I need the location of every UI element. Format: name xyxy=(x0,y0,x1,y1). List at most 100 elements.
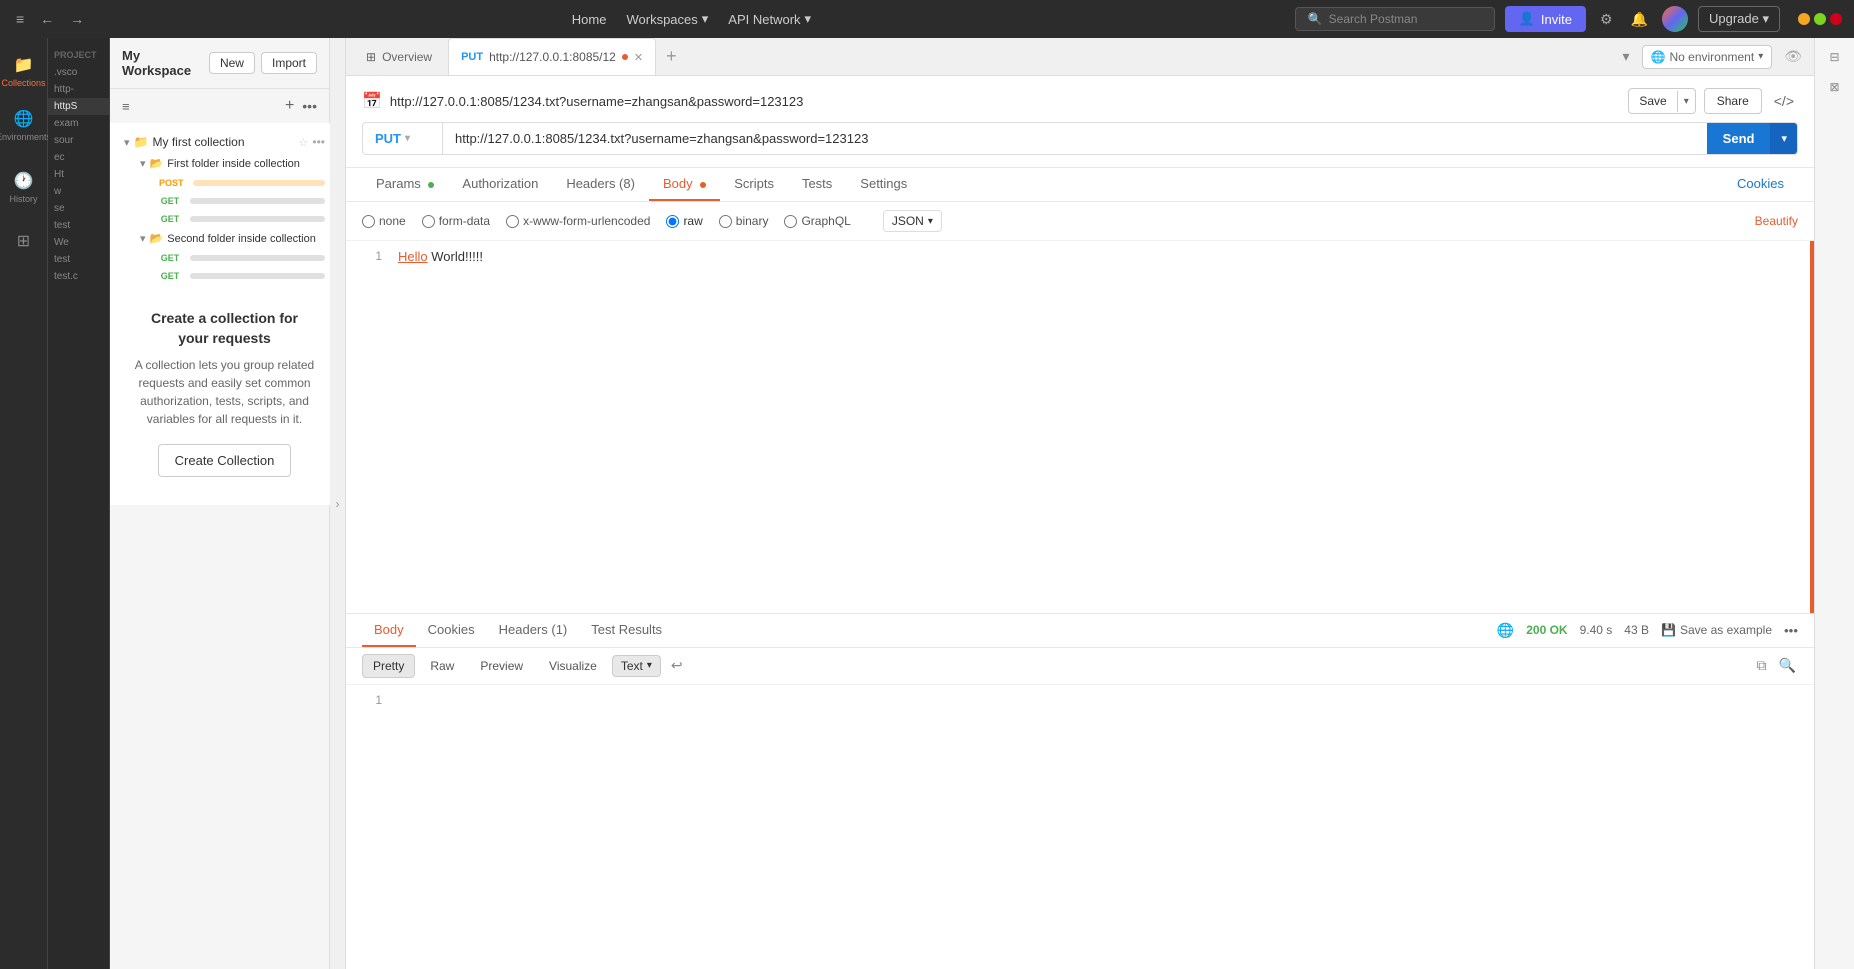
project-item-11[interactable]: We xyxy=(48,234,109,251)
request-item-3[interactable]: GET xyxy=(150,210,331,228)
close-button[interactable] xyxy=(1830,13,1842,25)
radio-urlencoded[interactable] xyxy=(506,215,519,228)
radio-graphql[interactable] xyxy=(784,215,797,228)
right-panel-icon-2[interactable]: ⊠ xyxy=(1825,76,1843,98)
request-item-4[interactable]: GET xyxy=(150,249,331,267)
code-icon[interactable]: </> xyxy=(1770,88,1798,114)
option-graphql[interactable]: GraphQL xyxy=(784,214,850,228)
copy-icon[interactable]: ⧉ xyxy=(1755,655,1769,676)
add-tab-button[interactable]: + xyxy=(660,46,683,67)
back-icon[interactable]: ← xyxy=(36,7,58,31)
resp-tab-cookies[interactable]: Cookies xyxy=(416,614,487,647)
sub-folder-2-header[interactable]: ▾ 📂 Second folder inside collection xyxy=(134,228,331,249)
tab-overview[interactable]: ⊞ Overview xyxy=(354,38,444,75)
project-item-3[interactable]: httpS xyxy=(48,98,109,115)
radio-form-data[interactable] xyxy=(422,215,435,228)
avatar[interactable] xyxy=(1662,6,1688,32)
project-item-8[interactable]: w xyxy=(48,183,109,200)
project-item-1[interactable]: .vsco xyxy=(48,64,109,81)
save-example-button[interactable]: 💾 Save as example xyxy=(1661,623,1772,637)
project-item-4[interactable]: exam xyxy=(48,115,109,132)
collection-more-icon[interactable]: ••• xyxy=(312,135,325,149)
create-collection-button[interactable]: Create Collection xyxy=(158,444,292,477)
wrap-icon[interactable]: ↩ xyxy=(665,654,689,677)
tab-headers[interactable]: Headers (8) xyxy=(552,168,649,201)
beautify-button[interactable]: Beautify xyxy=(1755,214,1798,228)
option-binary[interactable]: binary xyxy=(719,214,769,228)
new-button[interactable]: New xyxy=(209,52,255,74)
resp-tab-body[interactable]: Body xyxy=(362,614,416,647)
sub-folder-1-header[interactable]: ▾ 📂 First folder inside collection xyxy=(134,153,331,174)
subtab-raw[interactable]: Raw xyxy=(419,654,465,678)
tab-params[interactable]: Params xyxy=(362,168,448,201)
tab-active-request[interactable]: PUT http://127.0.0.1:8085/12 ✕ xyxy=(448,38,656,75)
home-button[interactable]: Home xyxy=(564,8,615,31)
workspaces-button[interactable]: Workspaces ▾ xyxy=(618,7,716,31)
sidebar-item-grid[interactable]: ⊞ xyxy=(6,216,42,266)
resp-tab-test-results[interactable]: Test Results xyxy=(579,614,674,647)
tab-body[interactable]: Body xyxy=(649,168,720,201)
invite-button[interactable]: 👤 Invite xyxy=(1505,6,1586,32)
api-network-button[interactable]: API Network ▾ xyxy=(720,7,819,31)
maximize-button[interactable] xyxy=(1814,13,1826,25)
resp-tab-headers[interactable]: Headers (1) xyxy=(487,614,580,647)
share-button[interactable]: Share xyxy=(1704,88,1762,114)
tab-scripts[interactable]: Scripts xyxy=(720,168,788,201)
sidebar-item-environments[interactable]: 🌐 Environments xyxy=(6,100,42,150)
project-item-9[interactable]: se xyxy=(48,200,109,217)
collection-folder-header[interactable]: ▾ 📁 My first collection ☆ ••• xyxy=(118,131,331,153)
add-icon[interactable]: + xyxy=(281,93,298,119)
panel-collapse-arrow[interactable]: › xyxy=(330,38,346,969)
json-type-selector[interactable]: JSON ▾ xyxy=(883,210,942,232)
upgrade-button[interactable]: Upgrade ▾ xyxy=(1698,6,1780,32)
option-none[interactable]: none xyxy=(362,214,406,228)
code-editor[interactable]: 1 Hello World!!!!! xyxy=(346,241,1814,614)
save-dropdown-button[interactable]: ▾ xyxy=(1677,91,1695,112)
radio-none[interactable] xyxy=(362,215,375,228)
project-item-10[interactable]: test xyxy=(48,217,109,234)
project-item-13[interactable]: test.c xyxy=(48,268,109,285)
option-raw[interactable]: raw xyxy=(666,214,702,228)
search-response-icon[interactable]: 🔍 xyxy=(1777,655,1798,676)
settings-icon[interactable]: ⚙ xyxy=(1596,7,1617,32)
tabs-dropdown-icon[interactable]: ▾ xyxy=(1618,44,1633,69)
eye-icon[interactable]: 👁 xyxy=(1780,44,1806,69)
environment-selector[interactable]: 🌐 No environment ▾ xyxy=(1642,45,1773,69)
request-item-1[interactable]: POST xyxy=(150,174,331,192)
project-item-6[interactable]: ec xyxy=(48,149,109,166)
tab-cookies[interactable]: Cookies xyxy=(1723,168,1798,201)
tab-settings[interactable]: Settings xyxy=(846,168,921,201)
filter-icon[interactable]: ≡ xyxy=(118,95,134,118)
response-more-button[interactable]: ••• xyxy=(1784,623,1798,638)
minimize-button[interactable] xyxy=(1798,13,1810,25)
method-select[interactable]: PUT ▾ xyxy=(363,123,443,154)
send-dropdown-button[interactable]: ▾ xyxy=(1770,123,1797,154)
tab-tests[interactable]: Tests xyxy=(788,168,846,201)
more-icon[interactable]: ••• xyxy=(298,94,321,118)
option-form-data[interactable]: form-data xyxy=(422,214,490,228)
subtab-visualize[interactable]: Visualize xyxy=(538,654,608,678)
project-item-12[interactable]: test xyxy=(48,251,109,268)
sidebar-item-collections[interactable]: 📁 Collections xyxy=(6,46,42,96)
search-box[interactable]: 🔍 Search Postman xyxy=(1295,7,1495,31)
send-button[interactable]: Send xyxy=(1707,123,1771,154)
radio-binary[interactable] xyxy=(719,215,732,228)
radio-raw[interactable] xyxy=(666,215,679,228)
forward-icon[interactable]: → xyxy=(66,7,88,31)
project-item-2[interactable]: http- xyxy=(48,81,109,98)
project-item-7[interactable]: Ht xyxy=(48,166,109,183)
tab-close-icon[interactable]: ✕ xyxy=(634,51,643,64)
project-item-5[interactable]: sour xyxy=(48,132,109,149)
notifications-icon[interactable]: 🔔 xyxy=(1627,7,1652,32)
subtab-preview[interactable]: Preview xyxy=(469,654,534,678)
text-type-selector[interactable]: Text ▾ xyxy=(612,655,661,677)
import-button[interactable]: Import xyxy=(261,52,317,74)
right-panel-icon-1[interactable]: ⊟ xyxy=(1825,46,1843,68)
menu-icon[interactable]: ≡ xyxy=(12,7,28,31)
tab-authorization[interactable]: Authorization xyxy=(448,168,552,201)
url-input[interactable] xyxy=(443,123,1707,154)
subtab-pretty[interactable]: Pretty xyxy=(362,654,415,678)
request-item-5[interactable]: GET xyxy=(150,267,331,285)
sidebar-item-history[interactable]: 🕐 History xyxy=(6,162,42,212)
save-button[interactable]: Save xyxy=(1629,89,1676,113)
